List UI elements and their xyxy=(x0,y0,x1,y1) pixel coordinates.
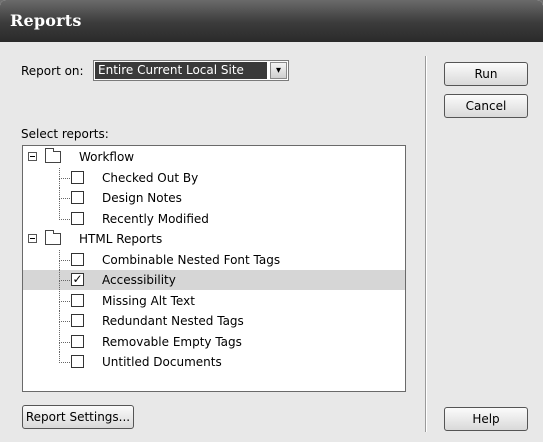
checkmark-icon: ✓ xyxy=(72,272,83,286)
tree-item-row[interactable]: Checked Out By xyxy=(23,167,405,188)
dialog-title: Reports xyxy=(10,11,82,30)
help-button[interactable]: Help xyxy=(444,407,528,431)
collapse-box-icon[interactable] xyxy=(28,152,37,161)
tree-item-label: Accessibility xyxy=(102,273,176,287)
tree-item-label: Design Notes xyxy=(102,191,182,205)
report-settings-button[interactable]: Report Settings... xyxy=(22,405,134,429)
tree-item-row[interactable]: Recently Modified xyxy=(23,208,405,229)
tree-item-row[interactable]: Redundant Nested Tags xyxy=(23,311,405,331)
tree-item-label: Removable Empty Tags xyxy=(102,334,242,349)
tree-item-row[interactable]: ✓ Accessibility xyxy=(23,270,405,290)
report-checkbox[interactable] xyxy=(71,355,84,368)
tree-item-label: Redundant Nested Tags xyxy=(102,314,244,328)
select-reports-label: Select reports: xyxy=(21,127,109,141)
cancel-button[interactable]: Cancel xyxy=(444,94,528,118)
run-button[interactable]: Run xyxy=(444,62,528,86)
tree-group-label: HTML Reports xyxy=(79,232,163,246)
reports-dialog: Reports Report on: Entire Current Local … xyxy=(0,0,543,442)
report-on-value: Entire Current Local Site xyxy=(95,62,267,79)
reports-tree[interactable]: Workflow Checked Out By Design Notes Recent… xyxy=(22,145,406,392)
tree-item-label: Recently Modified xyxy=(102,211,209,226)
divider xyxy=(425,56,427,432)
report-checkbox[interactable] xyxy=(71,211,84,225)
tree-item-label: Untitled Documents xyxy=(102,355,222,369)
tree-item-row[interactable]: Missing Alt Text xyxy=(23,290,405,311)
tree-item-label: Checked Out By xyxy=(102,170,199,185)
tree-item-row[interactable]: Design Notes xyxy=(23,188,405,208)
tree-item-label: Combinable Nested Font Tags xyxy=(102,252,281,267)
tree-item-label: Missing Alt Text xyxy=(102,293,195,308)
tree-group-row[interactable]: Workflow xyxy=(23,147,405,167)
tree-group-label: Workflow xyxy=(79,150,135,164)
collapse-box-icon[interactable] xyxy=(28,234,37,243)
report-checkbox[interactable] xyxy=(71,334,84,348)
tree-item-row[interactable]: Combinable Nested Font Tags xyxy=(23,249,405,270)
folder-icon xyxy=(45,148,61,163)
tree-item-row[interactable]: Removable Empty Tags xyxy=(23,331,405,352)
tree-group-row[interactable]: HTML Reports xyxy=(23,229,405,249)
report-checkbox[interactable] xyxy=(71,293,84,307)
report-checkbox[interactable] xyxy=(71,252,84,266)
report-on-label: Report on: xyxy=(21,64,84,78)
report-checkbox[interactable] xyxy=(71,314,84,327)
report-on-select[interactable]: Entire Current Local Site ▾ xyxy=(93,60,289,81)
tree-item-row[interactable]: Untitled Documents xyxy=(23,352,405,372)
folder-icon xyxy=(45,230,61,245)
report-checkbox[interactable] xyxy=(71,170,84,184)
report-checkbox[interactable] xyxy=(71,191,84,204)
chevron-down-icon[interactable]: ▾ xyxy=(270,62,287,79)
report-checkbox[interactable]: ✓ xyxy=(71,273,84,286)
title-bar[interactable]: Reports xyxy=(0,0,543,42)
